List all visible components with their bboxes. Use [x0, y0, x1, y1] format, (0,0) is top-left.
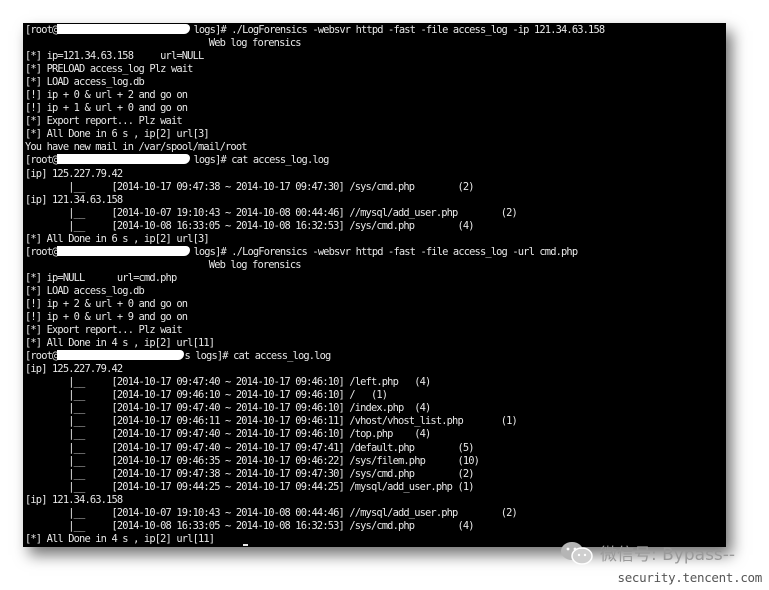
- terminal-text: |__ [2014-10-17 09:47:40 ~ 2014-10-17 09…: [25, 428, 431, 441]
- wechat-icon: [560, 541, 594, 565]
- terminal-text: logs]# ./LogForensics -websvr httpd -fas…: [193, 24, 605, 36]
- terminal-prompt-line: [root@ s logs]# cat access_log.log: [25, 350, 726, 363]
- terminal-text: [*] All Done in 4 s , ip[2] url[11]: [25, 532, 215, 545]
- terminal-text: |__ [2014-10-08 16:33:05 ~ 2014-10-08 16…: [25, 219, 474, 232]
- terminal-window[interactable]: [root@ logs]# ./LogForensics -websvr http…: [23, 23, 726, 547]
- terminal-text: |__ [2014-10-17 09:46:10 ~ 2014-10-17 09…: [25, 389, 388, 402]
- terminal-text: |__ [2014-10-07 19:10:43 ~ 2014-10-08 00…: [25, 206, 518, 219]
- terminal-text: |__ [2014-10-17 09:46:35 ~ 2014-10-17 09…: [25, 454, 480, 467]
- terminal-line: [!] ip + 1 & url + 0 and go on: [25, 102, 726, 115]
- terminal-line: [*] All Done in 4 s , ip[2] url[11]: [25, 337, 726, 350]
- terminal-text: [*] All Done in 6 s , ip[2] url[3]: [25, 128, 210, 141]
- terminal-text: [ip] 121.34.63.158: [25, 193, 123, 206]
- terminal-line: |__ [2014-10-17 09:47:40 ~ 2014-10-17 09…: [25, 376, 726, 389]
- prompt-prefix: [root@: [25, 350, 58, 363]
- terminal-text: logs]# ./LogForensics -websvr httpd -fas…: [193, 245, 578, 258]
- redacted-hostname: [57, 350, 185, 361]
- terminal-output[interactable]: [root@ logs]# ./LogForensics -websvr http…: [23, 23, 726, 546]
- terminal-line: |__ [2014-10-17 09:47:40 ~ 2014-10-17 09…: [25, 428, 726, 441]
- watermark-account-row: 微信号: Bypass--: [560, 540, 735, 565]
- terminal-line: [!] ip + 0 & url + 9 and go on: [25, 311, 726, 324]
- terminal-text: [!] ip + 2 & url + 0 and go on: [25, 297, 188, 310]
- terminal-text: [*] ip=121.34.63.158 url=NULL: [25, 50, 204, 63]
- terminal-cursor: [243, 543, 248, 546]
- terminal-text: [*] ip=NULL url=cmd.php: [25, 271, 177, 284]
- terminal-text: [!] ip + 1 & url + 0 and go on: [25, 102, 188, 115]
- terminal-text: |__ [2014-10-17 09:46:11 ~ 2014-10-17 09…: [25, 415, 518, 428]
- terminal-line: [*] All Done in 6 s , ip[2] url[3]: [25, 128, 726, 141]
- terminal-line: [!] ip + 0 & url + 2 and go on: [25, 89, 726, 102]
- terminal-text: |__ [2014-10-17 09:47:40 ~ 2014-10-17 09…: [25, 376, 431, 389]
- terminal-line: |__ [2014-10-17 09:46:10 ~ 2014-10-17 09…: [25, 389, 726, 402]
- terminal-text: [ip] 125.227.79.42: [25, 167, 123, 180]
- terminal-line: [*] LOAD access_log.db: [25, 285, 726, 298]
- terminal-line: You have new mail in /var/spool/mail/roo…: [25, 141, 726, 154]
- terminal-text: [*] LOAD access_log.db: [25, 284, 145, 297]
- terminal-line: Web log forensics: [25, 37, 726, 50]
- prompt-prefix: [root@: [25, 154, 58, 167]
- terminal-line: [*] Export report... Plz wait: [25, 115, 726, 128]
- terminal-line: [ip] 121.34.63.158: [25, 494, 726, 507]
- terminal-text: Web log forensics: [25, 37, 302, 50]
- watermark-site: security.tencent.com: [617, 570, 762, 585]
- terminal-prompt-line: [root@ logs]# ./LogForensics -websvr http…: [25, 24, 726, 37]
- terminal-line: |__ [2014-10-08 16:33:05 ~ 2014-10-08 16…: [25, 220, 726, 233]
- redacted-hostname: [57, 245, 191, 256]
- terminal-prompt-line: [root@ logs]# cat access_log.log: [25, 154, 726, 167]
- terminal-line: |__ [2014-10-17 09:44:25 ~ 2014-10-17 09…: [25, 481, 726, 494]
- terminal-line: [*] Export report... Plz wait: [25, 324, 726, 337]
- watermark: 微信号: Bypass-- security.tencent.com: [560, 540, 765, 588]
- terminal-line: |__ [2014-10-17 09:47:40 ~ 2014-10-17 09…: [25, 442, 726, 455]
- terminal-text: logs]# cat access_log.log: [193, 154, 329, 167]
- redacted-hostname: [57, 24, 191, 34]
- terminal-prompt-line: [root@ logs]# ./LogForensics -websvr http…: [25, 245, 726, 259]
- terminal-line: |__ [2014-10-17 09:47:40 ~ 2014-10-17 09…: [25, 402, 726, 415]
- terminal-text: |__ [2014-10-17 09:47:38 ~ 2014-10-17 09…: [25, 180, 474, 193]
- terminal-line: [*] ip=NULL url=cmd.php: [25, 272, 726, 285]
- terminal-text: |__ [2014-10-07 19:10:43 ~ 2014-10-08 00…: [25, 506, 518, 519]
- terminal-line: [ip] 125.227.79.42: [25, 168, 726, 181]
- terminal-line: |__ [2014-10-08 16:33:05 ~ 2014-10-08 16…: [25, 520, 726, 533]
- terminal-line: |__ [2014-10-17 09:46:35 ~ 2014-10-17 09…: [25, 455, 726, 468]
- terminal-text: [*] Export report... Plz wait: [25, 115, 183, 128]
- prompt-prefix: [root@: [25, 245, 58, 258]
- terminal-text: [!] ip + 0 & url + 9 and go on: [25, 311, 188, 324]
- terminal-text: |__ [2014-10-17 09:47:38 ~ 2014-10-17 09…: [25, 467, 474, 480]
- terminal-line: |__ [2014-10-17 09:47:38 ~ 2014-10-17 09…: [25, 468, 726, 481]
- watermark-account: 微信号: Bypass--: [600, 545, 736, 565]
- redacted-hostname: [57, 154, 191, 165]
- terminal-text: [ip] 121.34.63.158: [25, 493, 123, 506]
- terminal-text: [!] ip + 0 & url + 2 and go on: [25, 89, 188, 102]
- terminal-text: [ip] 125.227.79.42: [25, 363, 123, 376]
- prompt-prefix: [root@: [25, 24, 58, 36]
- terminal-text: |__ [2014-10-17 09:47:40 ~ 2014-10-17 09…: [25, 441, 474, 454]
- terminal-line: [ip] 125.227.79.42: [25, 363, 726, 376]
- terminal-text: Web log forensics: [25, 258, 302, 271]
- terminal-line: |__ [2014-10-17 09:47:38 ~ 2014-10-17 09…: [25, 181, 726, 194]
- terminal-line: [ip] 121.34.63.158: [25, 194, 726, 207]
- terminal-line: [*] All Done in 6 s , ip[2] url[3]: [25, 233, 726, 246]
- terminal-text: |__ [2014-10-08 16:33:05 ~ 2014-10-08 16…: [25, 519, 474, 532]
- terminal-line: |__ [2014-10-07 19:10:43 ~ 2014-10-08 00…: [25, 507, 726, 520]
- terminal-text: You have new mail in /var/spool/mail/roo…: [25, 141, 247, 154]
- terminal-text: [*] All Done in 4 s , ip[2] url[11]: [25, 337, 215, 350]
- terminal-text: [*] LOAD access_log.db: [25, 76, 145, 89]
- terminal-text: |__ [2014-10-17 09:44:25 ~ 2014-10-17 09…: [25, 480, 474, 493]
- terminal-text: |__ [2014-10-17 09:47:40 ~ 2014-10-17 09…: [25, 402, 431, 415]
- terminal-text: [*] Export report... Plz wait: [25, 324, 183, 337]
- terminal-line: [*] ip=121.34.63.158 url=NULL: [25, 50, 726, 63]
- terminal-line: [*] PRELOAD access_log Plz wait: [25, 63, 726, 76]
- terminal-line: [!] ip + 2 & url + 0 and go on: [25, 298, 726, 311]
- terminal-text: s logs]# cat access_log.log: [184, 350, 331, 363]
- terminal-line: |__ [2014-10-17 09:46:11 ~ 2014-10-17 09…: [25, 415, 726, 428]
- terminal-line: [*] LOAD access_log.db: [25, 76, 726, 89]
- terminal-text: [*] All Done in 6 s , ip[2] url[3]: [25, 232, 210, 245]
- terminal-line: |__ [2014-10-07 19:10:43 ~ 2014-10-08 00…: [25, 207, 726, 220]
- terminal-text: [*] PRELOAD access_log Plz wait: [25, 63, 193, 76]
- terminal-line: Web log forensics: [25, 259, 726, 272]
